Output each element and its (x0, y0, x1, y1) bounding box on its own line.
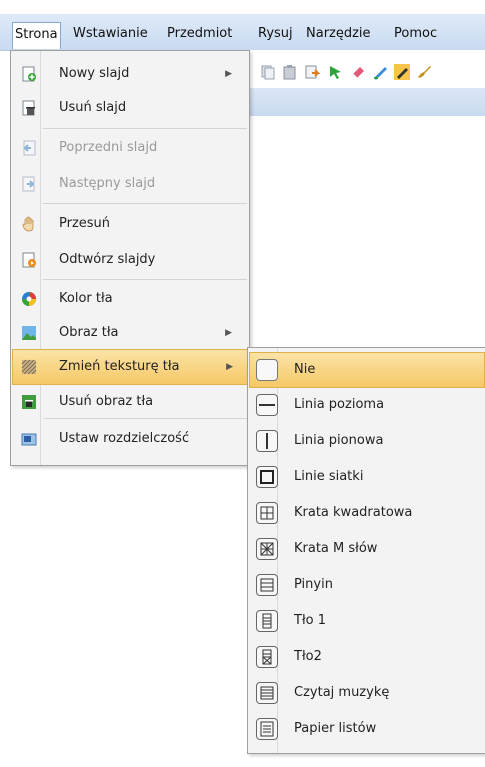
menu-bar: Strona Wstawianie Przedmiot Rysuj Narzęd… (0, 14, 485, 51)
toolbar-panel (230, 88, 485, 116)
remove-background-image-icon (22, 395, 36, 409)
horizontal-line-icon (256, 394, 278, 416)
menu-item-nastepny-slajd[interactable]: Następny slajd (13, 167, 246, 201)
menu-strona[interactable]: Strona (12, 22, 61, 49)
menu-item-usun-obraz-tla[interactable]: Usuń obraz tła (13, 385, 246, 419)
submenu-item-nie[interactable]: Nie (249, 352, 485, 388)
export-icon[interactable] (304, 64, 320, 80)
menu-item-label: Usuń obraz tła (59, 394, 154, 409)
no-texture-icon (256, 359, 278, 381)
pen-tool-icon[interactable] (372, 64, 388, 80)
pointer-icon[interactable] (328, 64, 344, 80)
submenu-item-label: Linie siatki (294, 469, 364, 484)
menu-item-zmien-teksture-tla[interactable]: Zmień teksturę tła ▶ (12, 349, 248, 385)
submenu-arrow-icon: ▶ (225, 69, 232, 79)
m-character-lattice-icon (256, 538, 278, 560)
submenu-arrow-icon: ▶ (225, 328, 232, 338)
submenu-arrow-icon: ▶ (226, 362, 233, 372)
brush-icon[interactable] (416, 64, 432, 80)
background-image-icon (22, 326, 36, 340)
menu-pomoc[interactable]: Pomoc (394, 24, 437, 44)
vertical-line-icon (256, 430, 278, 452)
menu-item-label: Obraz tła (59, 325, 119, 340)
submenu-item-label: Nie (294, 362, 316, 377)
submenu-item-pinyin[interactable]: Pinyin (250, 568, 484, 602)
submenu-item-krata-kwadratowa[interactable]: Krata kwadratowa (250, 496, 484, 530)
submenu-item-label: Krata kwadratowa (294, 505, 413, 520)
menu-item-label: Nowy slajd (59, 66, 130, 81)
play-slides-icon (22, 252, 36, 268)
menu-rysuj[interactable]: Rysuj (258, 24, 293, 44)
marker-icon[interactable] (394, 64, 410, 80)
pinyin-lines-icon (256, 574, 278, 596)
menu-separator (43, 203, 247, 204)
submenu-item-tlo2[interactable]: Tło2 (250, 640, 484, 674)
submenu-item-label: Krata M słów (294, 541, 378, 556)
submenu-item-linia-pozioma[interactable]: Linia pozioma (250, 388, 484, 422)
background-2-icon (256, 646, 278, 668)
submenu-item-papier-listow[interactable]: Papier listów (250, 712, 484, 746)
strona-dropdown-menu: Nowy slajd ▶ Usuń slajd Poprzedni slajd … (10, 50, 250, 466)
menu-item-label: Poprzedni slajd (59, 140, 158, 155)
submenu-item-label: Linia pozioma (294, 397, 385, 412)
menu-item-label: Następny slajd (59, 176, 156, 191)
submenu-item-label: Papier listów (294, 721, 377, 736)
music-staff-icon (256, 682, 278, 704)
eraser-icon[interactable] (350, 64, 366, 80)
menu-separator (43, 128, 247, 129)
previous-slide-icon (23, 140, 36, 156)
menu-separator (43, 279, 247, 280)
menu-item-label: Odtwórz slajdy (59, 252, 156, 267)
submenu-item-czytaj-muzyke[interactable]: Czytaj muzykę (250, 676, 484, 710)
submenu-item-label: Pinyin (294, 577, 333, 592)
delete-slide-icon (22, 100, 35, 116)
letter-paper-icon (256, 718, 278, 740)
square-lattice-icon (256, 502, 278, 524)
menu-item-usun-slajd[interactable]: Usuń slajd (13, 91, 246, 125)
grid-lines-icon (256, 466, 278, 488)
submenu-item-tlo-1[interactable]: Tło 1 (250, 604, 484, 638)
menu-item-label: Zmień teksturę tła (59, 359, 180, 374)
menu-item-label: Kolor tła (59, 291, 113, 306)
submenu-item-linie-siatki[interactable]: Linie siatki (250, 460, 484, 494)
submenu-item-krata-m-slow[interactable]: Krata M słów (250, 532, 484, 566)
color-wheel-icon (22, 292, 36, 306)
menu-item-obraz-tla[interactable]: Obraz tła ▶ (13, 316, 246, 350)
background-1-icon (256, 610, 278, 632)
submenu-item-label: Tło2 (294, 649, 322, 664)
copy-icon[interactable] (260, 64, 276, 80)
submenu-item-linia-pionowa[interactable]: Linia pionowa (250, 424, 484, 458)
menu-wstawianie[interactable]: Wstawianie (73, 24, 148, 44)
menu-item-poprzedni-slajd[interactable]: Poprzedni slajd (13, 131, 246, 165)
menu-item-przesun[interactable]: Przesuń (13, 207, 246, 241)
menu-item-label: Przesuń (59, 216, 111, 231)
paste-icon[interactable] (282, 64, 298, 80)
next-slide-icon (22, 176, 35, 192)
toolbar-icon-strip (230, 58, 485, 88)
menu-item-odtworz-slajdy[interactable]: Odtwórz slajdy (13, 243, 246, 277)
menu-item-label: Usuń slajd (59, 100, 127, 115)
menu-narzedzie[interactable]: Narzędzie (306, 24, 371, 44)
menu-item-nowy-slajd[interactable]: Nowy slajd ▶ (13, 57, 246, 91)
hand-icon (22, 216, 34, 232)
new-slide-icon (22, 66, 36, 82)
submenu-item-label: Tło 1 (294, 613, 326, 628)
menu-przedmiot[interactable]: Przedmiot (167, 24, 232, 44)
submenu-item-label: Czytaj muzykę (294, 685, 390, 700)
menu-item-kolor-tla[interactable]: Kolor tła (13, 282, 246, 316)
submenu-item-label: Linia pionowa (294, 433, 384, 448)
texture-icon (21, 359, 37, 375)
texture-submenu: Nie Linia pozioma Linia pionowa Linie si… (247, 347, 485, 754)
